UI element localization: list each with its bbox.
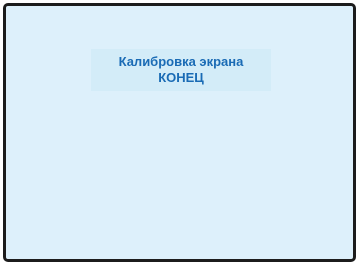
calibration-status-label: Калибровка экрана КОНЕЦ: [91, 49, 271, 91]
calibration-title: Калибровка экрана: [118, 54, 244, 69]
calibration-end-text: КОНЕЦ: [158, 70, 204, 85]
calibration-screen[interactable]: Калибровка экрана КОНЕЦ: [3, 3, 356, 262]
